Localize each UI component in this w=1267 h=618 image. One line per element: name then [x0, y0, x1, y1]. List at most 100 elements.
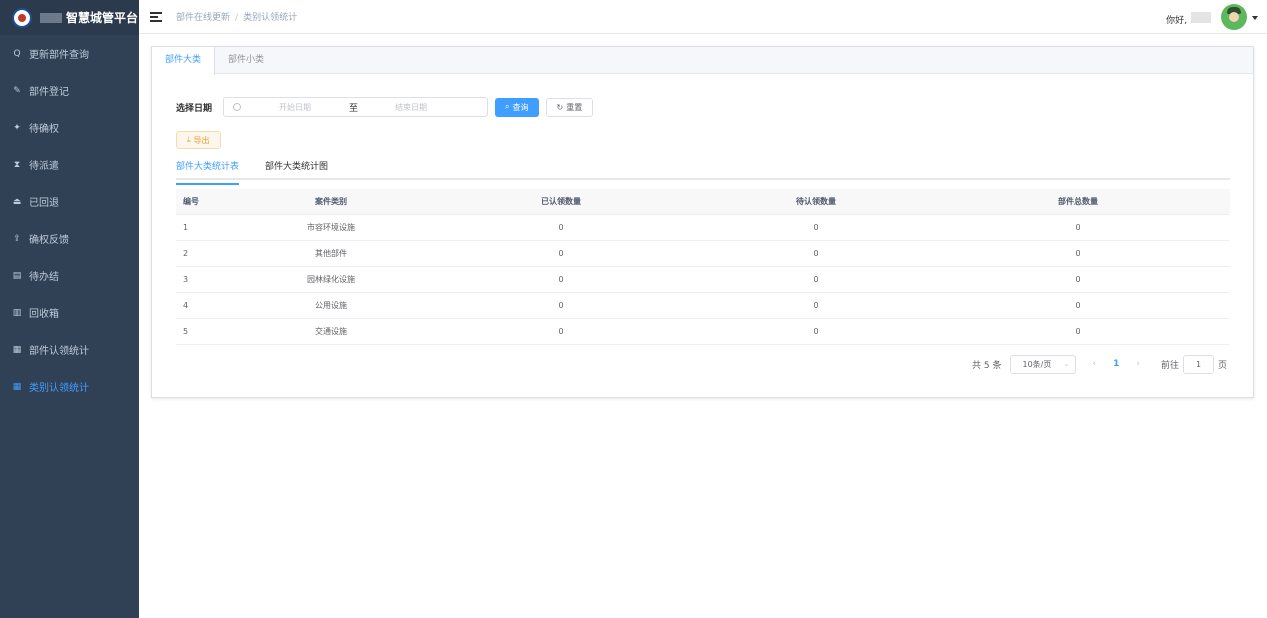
pagination-current-page[interactable]: 1 [1113, 359, 1119, 369]
sidebar-item-label: 更新部件查询 [29, 50, 89, 61]
sidebar-item-label: 待派遣 [29, 161, 59, 172]
avatar[interactable] [1221, 4, 1247, 30]
reset-button[interactable]: ↻ 重置 [545, 97, 594, 117]
table-cell: 3 [183, 275, 189, 284]
brand-title: 智慧城管平台 [66, 11, 139, 25]
col-header: 部件总数量 [1058, 197, 1098, 206]
bar-chart-icon: ▦ [12, 344, 22, 355]
table-cell: 园林绿化设施 [307, 275, 355, 284]
table-row: 4 公用设施 0 0 0 [176, 293, 1230, 319]
menu-toggle-icon[interactable] [150, 11, 162, 22]
search-icon: Q [13, 48, 21, 59]
sidebar-item-pending-dispatch[interactable]: ⧗ 待派遣 [0, 146, 139, 183]
sidebar-item-label: 部件登记 [29, 87, 69, 98]
emblem-logo [12, 7, 32, 28]
table-row: 1 市容环境设施 0 0 0 [176, 215, 1230, 241]
table-cell: 0 [558, 275, 564, 284]
date-filter-label: 选择日期 [176, 103, 213, 114]
sidebar-item-recycle[interactable]: ▥ 回收箱 [0, 294, 139, 331]
sidebar-item-category-stats[interactable]: ▦ 类别认领统计 [0, 368, 139, 405]
prev-page-icon[interactable]: ‹ [1092, 359, 1096, 369]
category-tabs: 部件大类 部件小类 [152, 47, 1253, 75]
col-header: 待认领数量 [796, 197, 836, 206]
table-cell: 交通设施 [315, 327, 347, 336]
breadcrumb: 部件在线更新 / 类别认领统计 [176, 13, 298, 23]
table-cell: 0 [813, 275, 819, 284]
table-cell: 0 [813, 249, 819, 258]
eject-icon: ⏏ [12, 196, 22, 207]
sidebar-item-label: 已回退 [29, 198, 59, 209]
table-cell: 0 [558, 223, 564, 232]
sidebar: 智慧城管平台 Q 更新部件查询 ✎ 部件登记 ✦ 待确权 ⧗ 待派遣 ⏏ 已回退 ⇪ 确权反… [0, 0, 139, 618]
chevron-down-icon: ⌄ [1063, 360, 1070, 368]
date-range-picker[interactable]: 开始日期 至 结束日期 [223, 97, 489, 117]
export-button[interactable]: ⤓ 导出 [176, 131, 221, 149]
sidebar-item-pending-confirm[interactable]: ✦ 待确权 [0, 109, 139, 146]
download-icon: ⤓ [187, 135, 191, 144]
table-cell: 4 [183, 301, 189, 310]
tab-minor-category[interactable]: 部件小类 [215, 47, 277, 73]
table-cell: 0 [558, 327, 564, 336]
sidebar-item-pending-close[interactable]: ▤ 待办结 [0, 257, 139, 294]
clock-icon [233, 103, 242, 111]
col-header: 编号 [183, 197, 199, 206]
table-cell: 0 [558, 301, 564, 310]
table-cell: 0 [813, 223, 819, 232]
sidebar-item-label: 待办结 [29, 272, 59, 283]
sidebar-menu: Q 更新部件查询 ✎ 部件登记 ✦ 待确权 ⧗ 待派遣 ⏏ 已回退 ⇪ 确权反馈 ▤ 待办结 … [0, 35, 139, 405]
table-cell: 2 [183, 249, 189, 258]
table-cell: 1 [183, 223, 189, 232]
table-cell: 5 [183, 327, 189, 336]
sidebar-item-register[interactable]: ✎ 部件登记 [0, 72, 139, 109]
pagination-total: 共 5 条 [972, 360, 1002, 371]
trash-icon: ▥ [12, 307, 22, 318]
brand-redacted [40, 12, 62, 23]
page-suffix: 页 [1217, 360, 1227, 371]
range-separator: 至 [349, 103, 359, 114]
sidebar-item-part-stats[interactable]: ▦ 部件认领统计 [0, 331, 139, 368]
upload-icon: ⇪ [13, 233, 21, 244]
query-button[interactable]: ⌕ 查询 [495, 97, 539, 117]
goto-label: 前往 [1160, 360, 1179, 371]
table-cell: 0 [1075, 301, 1081, 310]
breadcrumb-item-current: 类别认领统计 [243, 13, 298, 23]
table-cell: 公用设施 [315, 301, 347, 310]
sidebar-item-label: 类别认领统计 [29, 383, 89, 394]
tab-stats-table[interactable]: 部件大类统计表 [176, 159, 240, 185]
username-redacted [1191, 12, 1211, 23]
table-row: 3 园林绿化设施 0 0 0 [176, 267, 1230, 293]
table-cell: 市容环境设施 [307, 223, 355, 232]
caret-down-icon[interactable] [1252, 16, 1258, 20]
content-card: 部件大类 部件小类 选择日期 开始日期 至 结束日期 ⌕ 查询 ↻ 重置 ⤓ 导出 部… [151, 46, 1254, 398]
sidebar-item-returned[interactable]: ⏏ 已回退 [0, 183, 139, 220]
hammer-icon: ✦ [13, 122, 21, 133]
tab-major-category[interactable]: 部件大类 [152, 47, 216, 75]
sidebar-item-label: 待确权 [29, 124, 59, 135]
date-filter: 选择日期 开始日期 至 结束日期 ⌕ 查询 ↻ 重置 [176, 97, 594, 117]
breadcrumb-item-parent[interactable]: 部件在线更新 [176, 13, 230, 23]
search-icon: ⌕ [505, 102, 510, 111]
edit-icon: ✎ [13, 85, 21, 96]
sidebar-item-label: 确权反馈 [29, 235, 69, 246]
next-page-icon[interactable]: › [1136, 359, 1140, 369]
brand: 智慧城管平台 [0, 0, 139, 35]
table-row: 2 其他部件 0 0 0 [176, 241, 1230, 267]
sidebar-item-update-query[interactable]: Q 更新部件查询 [0, 35, 139, 72]
col-header: 已认领数量 [541, 197, 581, 206]
refresh-icon: ↻ [556, 102, 564, 112]
start-date-input[interactable]: 开始日期 [241, 102, 349, 113]
greeting-text: 你好, [1166, 16, 1187, 26]
sidebar-item-feedback[interactable]: ⇪ 确权反馈 [0, 220, 139, 257]
pagination: 共 5 条 10条/页 ⌄ ‹ 1 › 前往 1 页 [972, 354, 1227, 374]
table-cell: 0 [558, 249, 564, 258]
sidebar-item-label: 回收箱 [29, 309, 59, 320]
tab-stats-chart[interactable]: 部件大类统计图 [265, 159, 328, 178]
table-header: 编号 案件类别 已认领数量 待认领数量 部件总数量 [176, 189, 1230, 215]
view-tabs: 部件大类统计表 部件大类统计图 [176, 159, 1230, 185]
col-header: 案件类别 [315, 197, 347, 206]
end-date-input[interactable]: 结束日期 [357, 102, 465, 113]
page-size-select[interactable]: 10条/页 ⌄ [1010, 354, 1077, 374]
top-bar: 部件在线更新 / 类别认领统计 你好, [139, 0, 1267, 34]
table-cell: 其他部件 [315, 249, 347, 258]
goto-page-input[interactable]: 1 [1182, 354, 1214, 374]
